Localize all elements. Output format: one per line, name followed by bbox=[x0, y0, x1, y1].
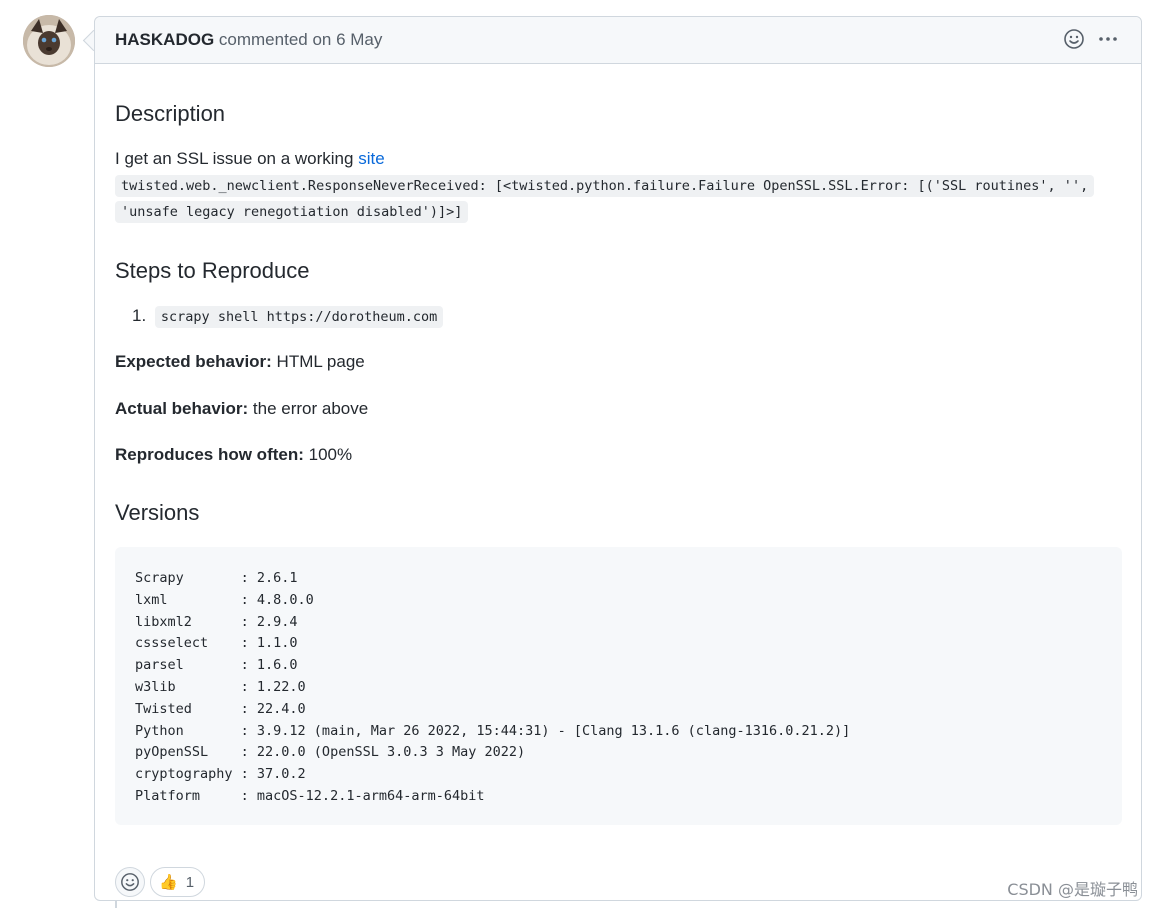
error-code-2: 'unsafe legacy renegotiation disabled')]… bbox=[115, 201, 469, 223]
reproduces-often: Reproduces how often: 100% bbox=[115, 445, 352, 465]
timeline-line bbox=[115, 901, 117, 908]
thumbs-up-icon: 👍 bbox=[159, 874, 178, 891]
version-line: cssselect : 1.1.0 bbox=[135, 635, 298, 652]
versions-code-block: Scrapy : 2.6.1 lxml : 4.8.0.0 libxml2 : … bbox=[115, 547, 1122, 825]
smiley-icon bbox=[121, 873, 139, 891]
version-line: lxml : 4.8.0.0 bbox=[135, 591, 314, 608]
version-line: w3lib : 1.22.0 bbox=[135, 678, 306, 695]
avatar[interactable] bbox=[23, 15, 75, 67]
version-line: pyOpenSSL : 22.0.0 (OpenSSL 3.0.3 3 May … bbox=[135, 744, 526, 761]
often-label: Reproduces how often: bbox=[115, 445, 304, 464]
description-text: I get an SSL issue on a working site bbox=[115, 149, 385, 169]
versions-heading: Versions bbox=[115, 500, 200, 525]
reactions-bar: 👍 1 bbox=[115, 867, 206, 897]
step-code: scrapy shell https://dorotheum.com bbox=[154, 306, 444, 328]
comment-box: HASKADOG commented on 6 May Description … bbox=[94, 16, 1142, 901]
description-heading: Description bbox=[115, 101, 226, 126]
version-line: parsel : 1.6.0 bbox=[135, 657, 298, 674]
actual-value: the error above bbox=[248, 399, 369, 418]
version-line: Platform : macOS-12.2.1-arm64-arm-64bit bbox=[135, 787, 485, 804]
error-code-line-1: twisted.web._newclient.ResponseNeverRece… bbox=[115, 175, 1095, 197]
comment-meta[interactable]: commented on 6 May bbox=[219, 30, 382, 49]
description-text-prefix: I get an SSL issue on a working bbox=[115, 149, 359, 168]
comment-header: HASKADOG commented on 6 May bbox=[95, 17, 1141, 64]
error-code-1: twisted.web._newclient.ResponseNeverRece… bbox=[115, 175, 1095, 197]
smiley-icon[interactable] bbox=[1063, 28, 1085, 50]
header-actions bbox=[1063, 28, 1119, 50]
expected-label: Expected behavior: bbox=[115, 352, 272, 371]
steps-heading: Steps to Reproduce bbox=[115, 258, 310, 283]
often-value: 100% bbox=[303, 445, 353, 464]
version-line: libxml2 : 2.9.4 bbox=[135, 613, 298, 630]
step-number: 1. bbox=[132, 306, 147, 325]
expected-behavior: Expected behavior: HTML page bbox=[115, 352, 365, 372]
actual-label: Actual behavior: bbox=[115, 399, 249, 418]
thumbs-up-reaction-button[interactable]: 👍 1 bbox=[150, 867, 206, 897]
error-code-line-2: 'unsafe legacy renegotiation disabled')]… bbox=[115, 201, 469, 223]
version-line: Python : 3.9.12 (main, Mar 26 2022, 15:4… bbox=[135, 722, 851, 739]
watermark: CSDN @是璇子鸭 bbox=[1007, 880, 1138, 899]
kebab-menu-icon[interactable] bbox=[1097, 28, 1119, 50]
expected-value: HTML page bbox=[271, 352, 365, 371]
actual-behavior: Actual behavior: the error above bbox=[115, 399, 368, 419]
version-line: Twisted : 22.4.0 bbox=[135, 700, 306, 717]
version-line: Scrapy : 2.6.1 bbox=[135, 570, 298, 586]
reaction-count: 1 bbox=[185, 873, 195, 891]
author-link[interactable]: HASKADOG bbox=[115, 30, 214, 49]
comment-header-text: HASKADOG commented on 6 May bbox=[115, 30, 382, 50]
site-link[interactable]: site bbox=[358, 149, 384, 168]
steps-list-item: 1. scrapy shell https://dorotheum.com bbox=[132, 306, 444, 328]
version-line: cryptography : 37.0.2 bbox=[135, 766, 306, 783]
add-reaction-button[interactable] bbox=[115, 867, 145, 897]
